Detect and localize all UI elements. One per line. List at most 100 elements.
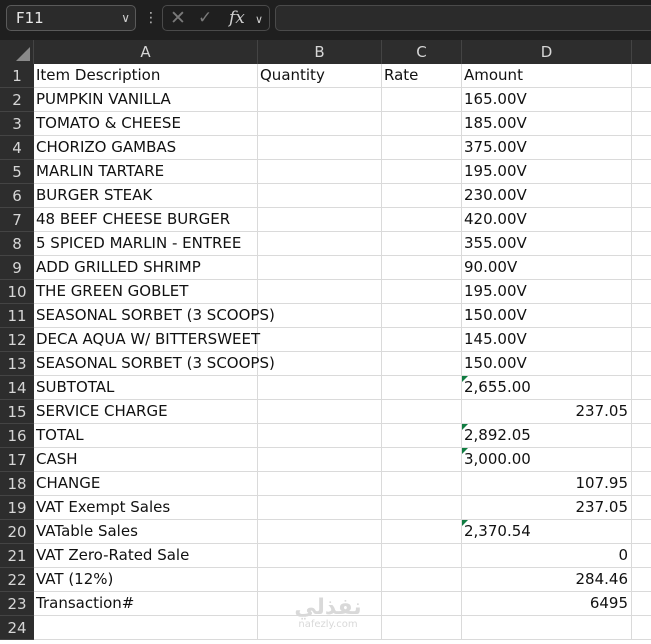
cell-b[interactable] <box>258 376 382 400</box>
cell-c[interactable] <box>382 208 462 232</box>
row-header[interactable]: 3 <box>0 112 34 136</box>
cell-c[interactable] <box>382 280 462 304</box>
cancel-icon[interactable]: ✕ <box>170 7 186 29</box>
cell-c[interactable]: Rate <box>382 64 462 88</box>
cell-d[interactable]: 185.00V <box>462 112 632 136</box>
cell-b[interactable] <box>258 472 382 496</box>
cell-e[interactable] <box>632 472 651 496</box>
cell-c[interactable] <box>382 472 462 496</box>
cell-b[interactable] <box>258 160 382 184</box>
cell-e[interactable] <box>632 328 651 352</box>
cell-e[interactable] <box>632 352 651 376</box>
cell-e[interactable] <box>632 136 651 160</box>
cell-e[interactable] <box>632 232 651 256</box>
row-header[interactable]: 24 <box>0 616 34 640</box>
cell-d[interactable]: 2,655.00 <box>462 376 632 400</box>
cell-d[interactable]: 3,000.00 <box>462 448 632 472</box>
cell-d[interactable]: 165.00V <box>462 88 632 112</box>
cell-e[interactable] <box>632 544 651 568</box>
cell-d[interactable]: 107.95 <box>462 472 632 496</box>
cell-a[interactable]: SEASONAL SORBET (3 SCOOPS) <box>34 304 275 328</box>
cell-b[interactable] <box>258 232 382 256</box>
cell-b[interactable] <box>258 448 382 472</box>
cell-b[interactable] <box>258 208 382 232</box>
cell-a[interactable]: 48 BEEF CHEESE BURGER <box>34 208 258 232</box>
row-header[interactable]: 7 <box>0 208 34 232</box>
cell-a[interactable]: CHORIZO GAMBAS <box>34 136 258 160</box>
cell-d[interactable]: 90.00V <box>462 256 632 280</box>
cell-a[interactable]: DECA AQUA W/ BITTERSWEET <box>34 328 260 352</box>
cell-b[interactable] <box>258 544 382 568</box>
cell-e[interactable] <box>632 184 651 208</box>
cell-e[interactable] <box>632 376 651 400</box>
cell-c[interactable] <box>382 448 462 472</box>
row-header[interactable]: 1 <box>0 64 34 88</box>
row-header[interactable]: 9 <box>0 256 34 280</box>
column-header-e[interactable] <box>632 40 651 64</box>
row-header[interactable]: 6 <box>0 184 34 208</box>
row-header[interactable]: 14 <box>0 376 34 400</box>
row-header[interactable]: 8 <box>0 232 34 256</box>
row-header[interactable]: 2 <box>0 88 34 112</box>
cell-b[interactable] <box>258 328 382 352</box>
cell-b[interactable] <box>258 256 382 280</box>
cell-a[interactable]: PUMPKIN VANILLA <box>34 88 258 112</box>
cell-d[interactable]: Amount <box>462 64 632 88</box>
row-header[interactable]: 20 <box>0 520 34 544</box>
cell-a[interactable]: Item Description <box>34 64 258 88</box>
cell-b[interactable] <box>258 496 382 520</box>
cell-e[interactable] <box>632 616 651 640</box>
row-header[interactable]: 15 <box>0 400 34 424</box>
insert-function-icon[interactable]: fx <box>229 7 245 29</box>
cell-e[interactable] <box>632 424 651 448</box>
cell-c[interactable] <box>382 424 462 448</box>
chevron-down-icon[interactable]: ∨ <box>255 9 263 31</box>
row-header[interactable]: 21 <box>0 544 34 568</box>
row-header[interactable]: 23 <box>0 592 34 616</box>
column-header-d[interactable]: D <box>462 40 632 64</box>
cell-b[interactable] <box>258 424 382 448</box>
cell-a[interactable]: Transaction# <box>34 592 258 616</box>
cell-b[interactable] <box>258 112 382 136</box>
cell-c[interactable] <box>382 184 462 208</box>
cell-a[interactable]: SUBTOTAL <box>34 376 258 400</box>
cell-d[interactable]: 230.00V <box>462 184 632 208</box>
cell-d[interactable]: 284.46 <box>462 568 632 592</box>
chevron-down-icon[interactable]: ∨ <box>121 6 130 30</box>
cell-d[interactable]: 150.00V <box>462 304 632 328</box>
name-box[interactable]: F11 ∨ <box>6 5 136 31</box>
cell-d[interactable]: 2,370.54 <box>462 520 632 544</box>
select-all-corner[interactable] <box>0 40 34 64</box>
row-header[interactable]: 5 <box>0 160 34 184</box>
cell-e[interactable] <box>632 64 651 88</box>
cell-d[interactable]: 150.00V <box>462 352 632 376</box>
row-header[interactable]: 12 <box>0 328 34 352</box>
cell-d[interactable]: 375.00V <box>462 136 632 160</box>
cell-c[interactable] <box>382 88 462 112</box>
cell-c[interactable] <box>382 496 462 520</box>
cell-e[interactable] <box>632 568 651 592</box>
row-header[interactable]: 19 <box>0 496 34 520</box>
cell-c[interactable] <box>382 136 462 160</box>
cell-c[interactable] <box>382 400 462 424</box>
cell-b[interactable] <box>258 400 382 424</box>
column-header-c[interactable]: C <box>382 40 462 64</box>
row-header[interactable]: 17 <box>0 448 34 472</box>
cell-e[interactable] <box>632 592 651 616</box>
cell-e[interactable] <box>632 112 651 136</box>
row-header[interactable]: 4 <box>0 136 34 160</box>
cell-c[interactable] <box>382 376 462 400</box>
cell-b[interactable] <box>258 280 382 304</box>
cell-c[interactable] <box>382 520 462 544</box>
cell-c[interactable] <box>382 304 462 328</box>
cell-a[interactable]: TOMATO & CHEESE <box>34 112 258 136</box>
cell-a[interactable]: THE GREEN GOBLET <box>34 280 258 304</box>
cell-c[interactable] <box>382 592 462 616</box>
cell-d[interactable]: 195.00V <box>462 160 632 184</box>
cell-a[interactable]: VAT Exempt Sales <box>34 496 258 520</box>
formula-input[interactable] <box>275 5 651 31</box>
cell-c[interactable] <box>382 160 462 184</box>
cell-a[interactable]: CASH <box>34 448 258 472</box>
cell-c[interactable] <box>382 112 462 136</box>
cell-b[interactable] <box>258 304 382 328</box>
